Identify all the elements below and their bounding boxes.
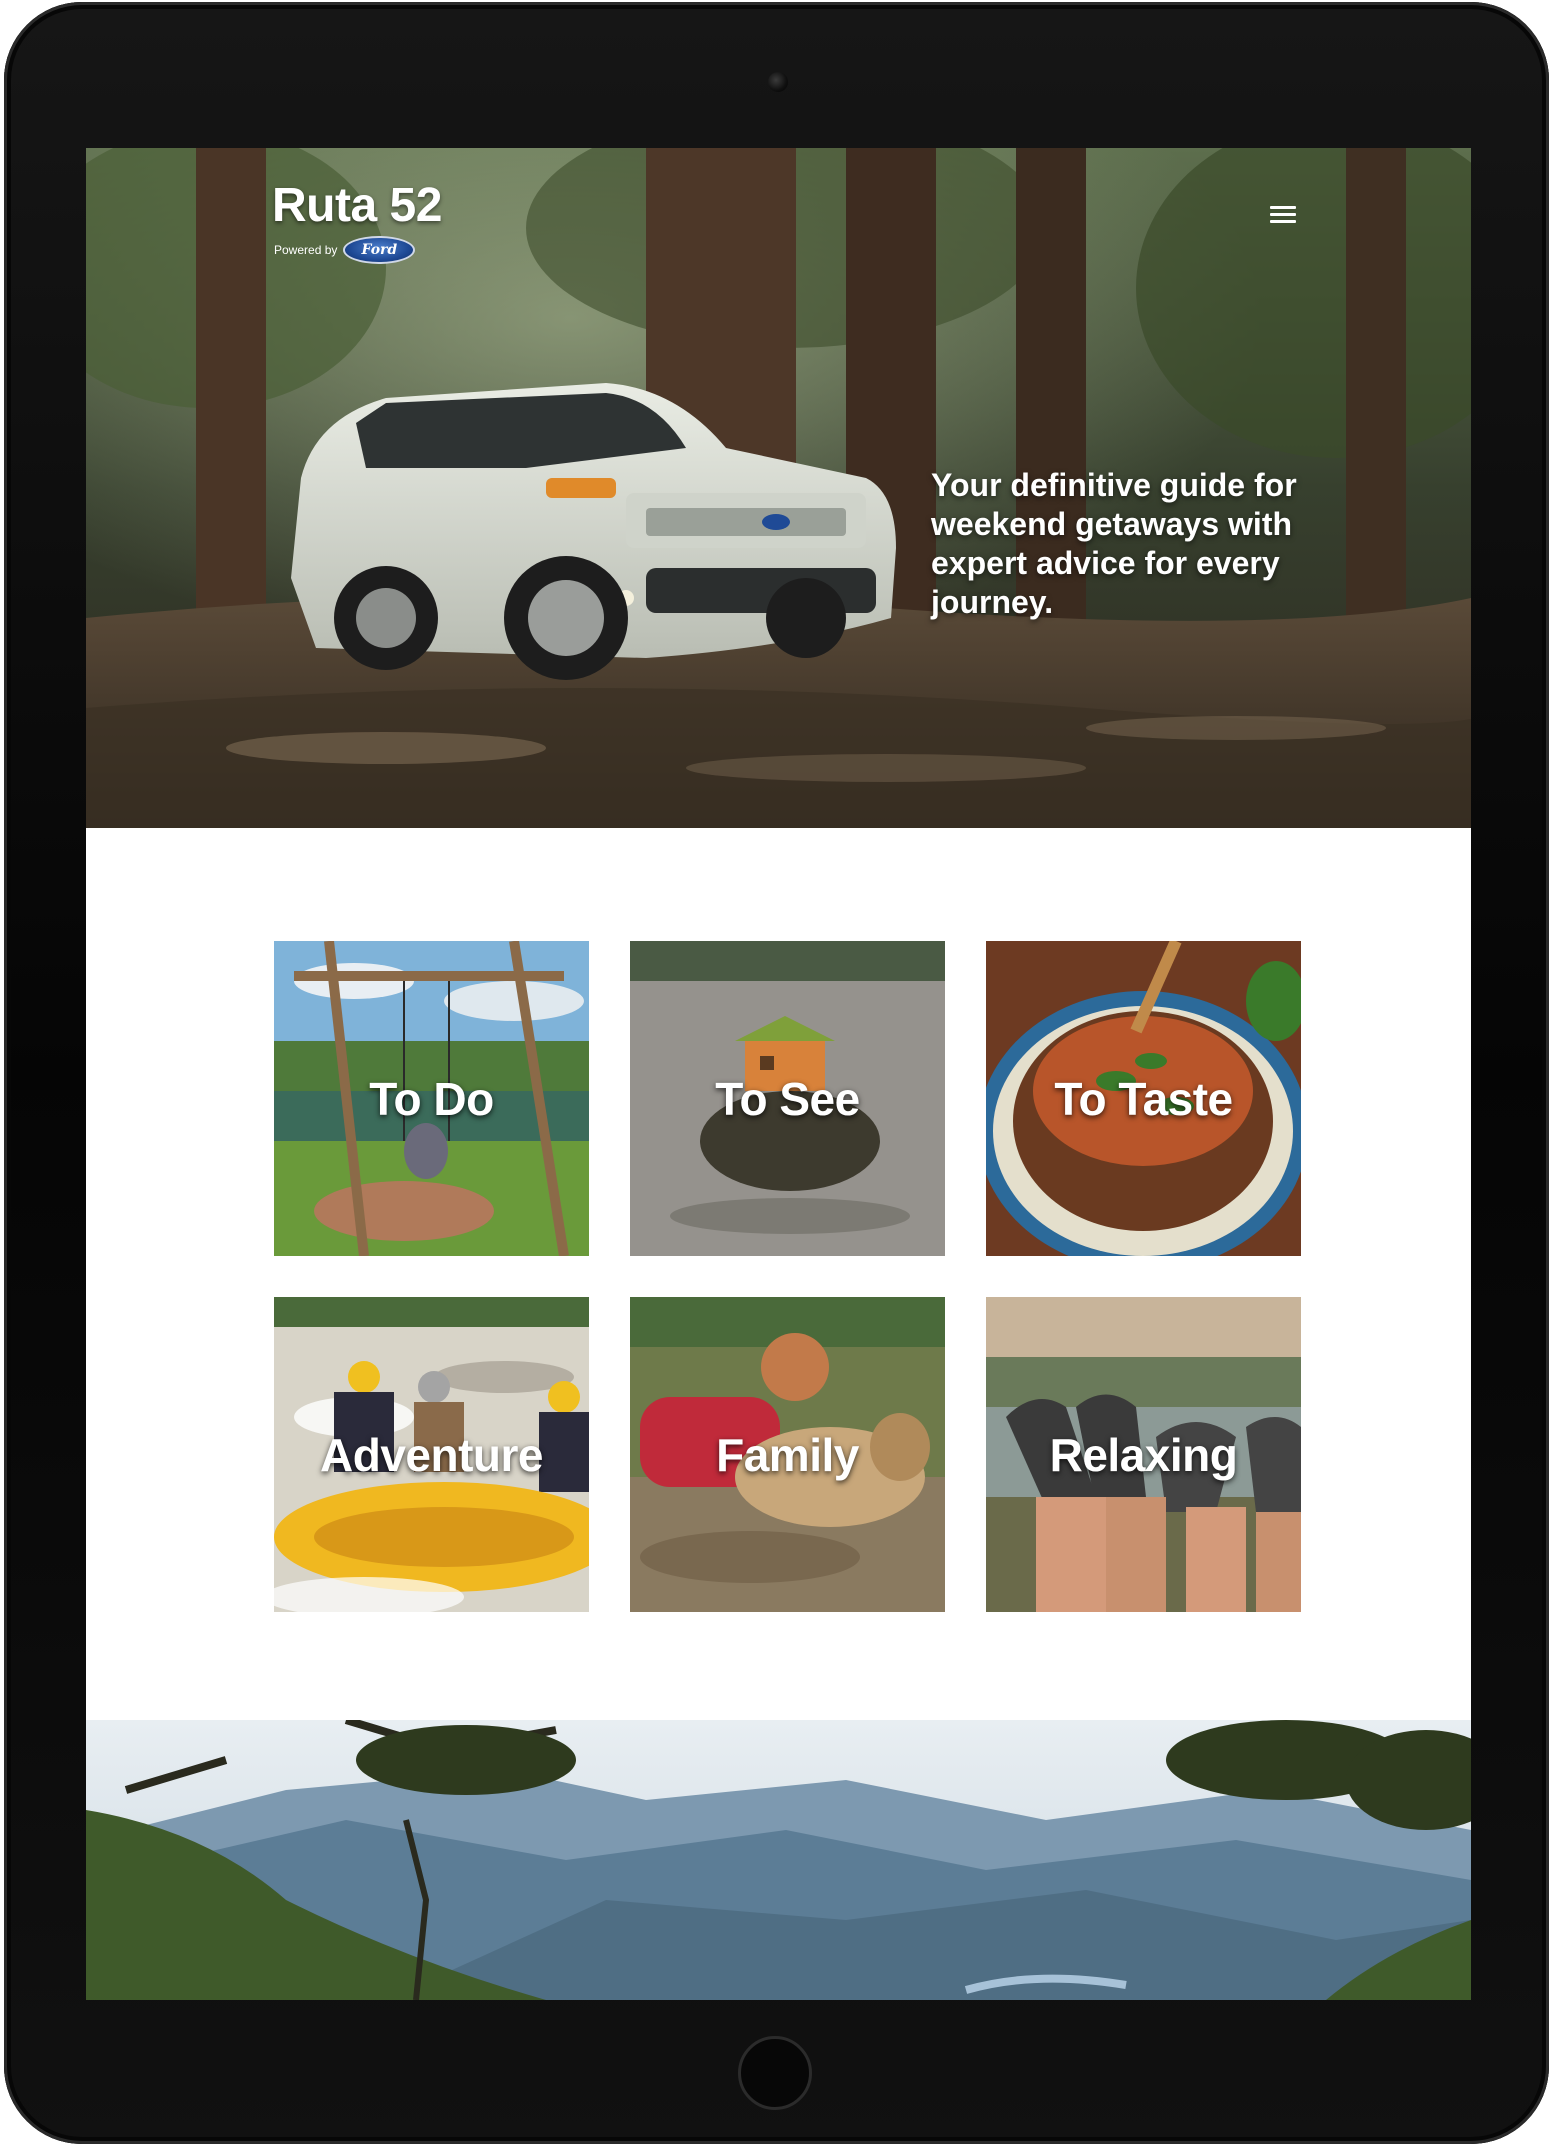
category-label: To Taste — [1054, 1072, 1233, 1125]
hero-tagline: Your definitive guide for weekend getawa… — [931, 467, 1297, 620]
hero-section: Ruta 52 Powered by Ford Your definitive … — [86, 148, 1471, 828]
category-label: Relaxing — [1049, 1428, 1238, 1481]
hamburger-menu-icon[interactable] — [1266, 202, 1300, 236]
powered-by: Powered by Ford — [274, 236, 442, 264]
menu-line — [1270, 206, 1296, 209]
menu-line — [1270, 213, 1296, 216]
category-label: Adventure — [320, 1428, 543, 1481]
category-grid: To Do To See To Taste Adventure Family R… — [274, 941, 1301, 1612]
category-tile-to-taste[interactable]: To Taste — [986, 941, 1301, 1256]
category-label: Family — [716, 1428, 859, 1481]
mountain-landscape-image — [86, 1720, 1471, 2000]
tablet-frame: Ruta 52 Powered by Ford Your definitive … — [4, 2, 1549, 2144]
home-button[interactable] — [738, 2036, 812, 2110]
category-label: To Do — [369, 1072, 494, 1125]
category-tile-adventure[interactable]: Adventure — [274, 1297, 589, 1612]
tablet-screen: Ruta 52 Powered by Ford Your definitive … — [86, 148, 1471, 2000]
category-tile-family[interactable]: Family — [630, 1297, 945, 1612]
ford-logo: Ford — [343, 236, 416, 264]
front-camera — [768, 72, 788, 92]
category-tile-relaxing[interactable]: Relaxing — [986, 1297, 1301, 1612]
brand[interactable]: Ruta 52 Powered by Ford — [272, 178, 442, 264]
landscape-banner — [86, 1720, 1471, 2000]
category-tile-to-do[interactable]: To Do — [274, 941, 589, 1256]
site-title: Ruta 52 — [272, 179, 442, 232]
category-label: To See — [715, 1072, 860, 1125]
category-tile-to-see[interactable]: To See — [630, 941, 945, 1256]
powered-by-label: Powered by — [274, 243, 338, 257]
menu-line — [1270, 220, 1296, 223]
